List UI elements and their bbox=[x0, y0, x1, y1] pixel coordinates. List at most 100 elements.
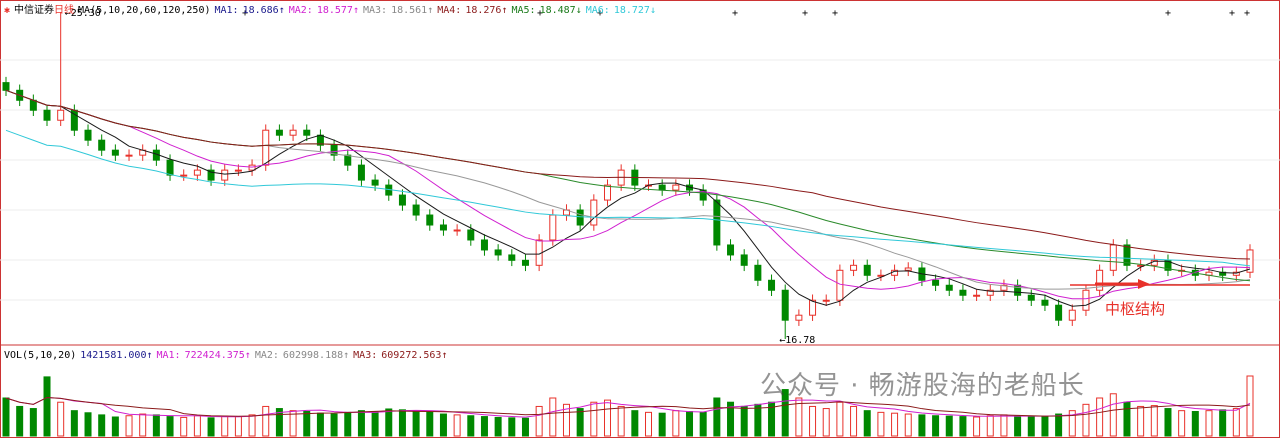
candle-body bbox=[84, 129, 92, 141]
volume-bar bbox=[2, 397, 10, 437]
candle-body bbox=[125, 154, 133, 157]
price-header: ✱ 中信证券日线 MA(5,10,20,60,120,250) MA1: 18.686↑… bbox=[4, 1, 664, 16]
arrow-head bbox=[1138, 279, 1150, 289]
volume-bar bbox=[603, 399, 611, 437]
candle-body bbox=[904, 267, 912, 271]
volume-bar bbox=[836, 401, 844, 437]
volume-bar bbox=[576, 408, 584, 437]
volume-bar bbox=[98, 414, 106, 437]
candle-body bbox=[43, 109, 51, 121]
candle-body bbox=[398, 194, 406, 206]
volume-bar bbox=[453, 414, 461, 437]
volume-bar bbox=[1014, 415, 1022, 437]
volume-bar bbox=[1232, 408, 1240, 437]
ma-line-40 bbox=[5, 89, 1251, 282]
volume-bar bbox=[754, 403, 762, 437]
volume-bar bbox=[139, 413, 147, 437]
marker-plus-icon: + bbox=[1229, 8, 1235, 19]
volume-bar bbox=[986, 415, 994, 437]
volume-bar bbox=[809, 405, 817, 437]
candle-body bbox=[262, 129, 270, 166]
candle-body bbox=[166, 159, 174, 176]
volume-bar bbox=[480, 416, 488, 437]
symbol-name[interactable]: 中信证券 bbox=[14, 5, 54, 16]
volume-bar bbox=[1055, 413, 1063, 437]
watermark: 公众号 · 畅游股海的老船长 bbox=[760, 371, 1085, 401]
volume-bar bbox=[1096, 397, 1104, 437]
candle-body bbox=[1068, 309, 1076, 321]
candle-body bbox=[658, 184, 666, 191]
volume-bar bbox=[412, 410, 420, 437]
volume-bar bbox=[57, 401, 65, 437]
ma-label: MA3: bbox=[362, 5, 388, 16]
volume-bar bbox=[1191, 411, 1199, 437]
volume-bar bbox=[1164, 408, 1172, 437]
volume-bar bbox=[508, 417, 516, 437]
candle-body bbox=[29, 99, 37, 111]
candle-body bbox=[959, 289, 967, 296]
volume-bar bbox=[371, 411, 379, 437]
ma-line-20 bbox=[5, 89, 1251, 290]
volume-bar bbox=[84, 412, 92, 437]
candle-body bbox=[57, 109, 65, 121]
candle-body bbox=[344, 154, 352, 166]
vol-label: VOL(5,10,20) bbox=[4, 350, 77, 361]
candle-body bbox=[754, 264, 762, 281]
volume-bar bbox=[330, 413, 338, 437]
volume-bar bbox=[590, 401, 598, 437]
candle-body bbox=[1041, 299, 1049, 306]
candle-body bbox=[180, 174, 188, 177]
volume-bar bbox=[316, 412, 324, 437]
volume-bar bbox=[617, 405, 625, 437]
ma-label: MA2: bbox=[288, 5, 313, 16]
volume-bar bbox=[29, 408, 37, 437]
volume-bar bbox=[686, 411, 694, 437]
volume-bar bbox=[1027, 416, 1035, 437]
marker-plus-icon: + bbox=[802, 8, 808, 19]
stock-chart: ←25.30←16.78+ + + + + + + + + bbox=[0, 0, 1280, 438]
volume-bar bbox=[549, 397, 557, 437]
volume-bar bbox=[891, 412, 899, 437]
volume-bar bbox=[385, 408, 393, 437]
ma-label: MA3: bbox=[353, 350, 378, 361]
volume-bar bbox=[111, 416, 119, 437]
volume-bar bbox=[1219, 409, 1227, 437]
candle-body bbox=[521, 259, 529, 266]
ma-line-5 bbox=[5, 89, 1251, 307]
volume-header: VOL(5,10,20) 1421581.000↑ MA1: 722424.375↑ M… bbox=[4, 350, 455, 361]
annotation-label: 中枢结构 bbox=[1105, 300, 1166, 318]
volume-bar bbox=[904, 413, 912, 437]
ma-label: MA5: bbox=[511, 5, 536, 16]
volume-bar bbox=[1123, 401, 1131, 437]
volume-bar bbox=[494, 416, 502, 437]
candle-body bbox=[713, 199, 721, 246]
volume-bar bbox=[193, 415, 201, 437]
volume-bar bbox=[1205, 410, 1213, 437]
volume-bar bbox=[850, 405, 858, 437]
volume-bar bbox=[645, 411, 653, 437]
volume-bar bbox=[70, 410, 78, 437]
volume-bar bbox=[863, 410, 871, 437]
volume-bar bbox=[303, 411, 311, 437]
volume-bar bbox=[822, 408, 830, 437]
candle-body bbox=[850, 264, 858, 271]
ma-label: MA1: bbox=[214, 5, 239, 16]
candle-body bbox=[590, 199, 598, 226]
volume-bar bbox=[631, 410, 639, 437]
volume-bar bbox=[877, 411, 885, 437]
candle-body bbox=[412, 204, 420, 216]
ma-value: 18.276↑ bbox=[465, 5, 508, 16]
volume-bar bbox=[740, 405, 748, 437]
ma-label: MA4: bbox=[437, 5, 462, 16]
ma-value: 18.577↑ bbox=[316, 5, 359, 16]
period-label[interactable]: 日线 bbox=[54, 5, 74, 16]
ma-line-250 bbox=[5, 129, 1251, 267]
volume-bar bbox=[973, 416, 981, 437]
candle-body bbox=[781, 289, 789, 321]
volume-bar bbox=[426, 411, 434, 437]
volume-bar bbox=[1109, 393, 1117, 437]
candle-body bbox=[357, 164, 365, 181]
marker-plus-icon: + bbox=[1244, 8, 1250, 19]
candle-body bbox=[467, 229, 475, 241]
candle-body bbox=[809, 299, 817, 316]
